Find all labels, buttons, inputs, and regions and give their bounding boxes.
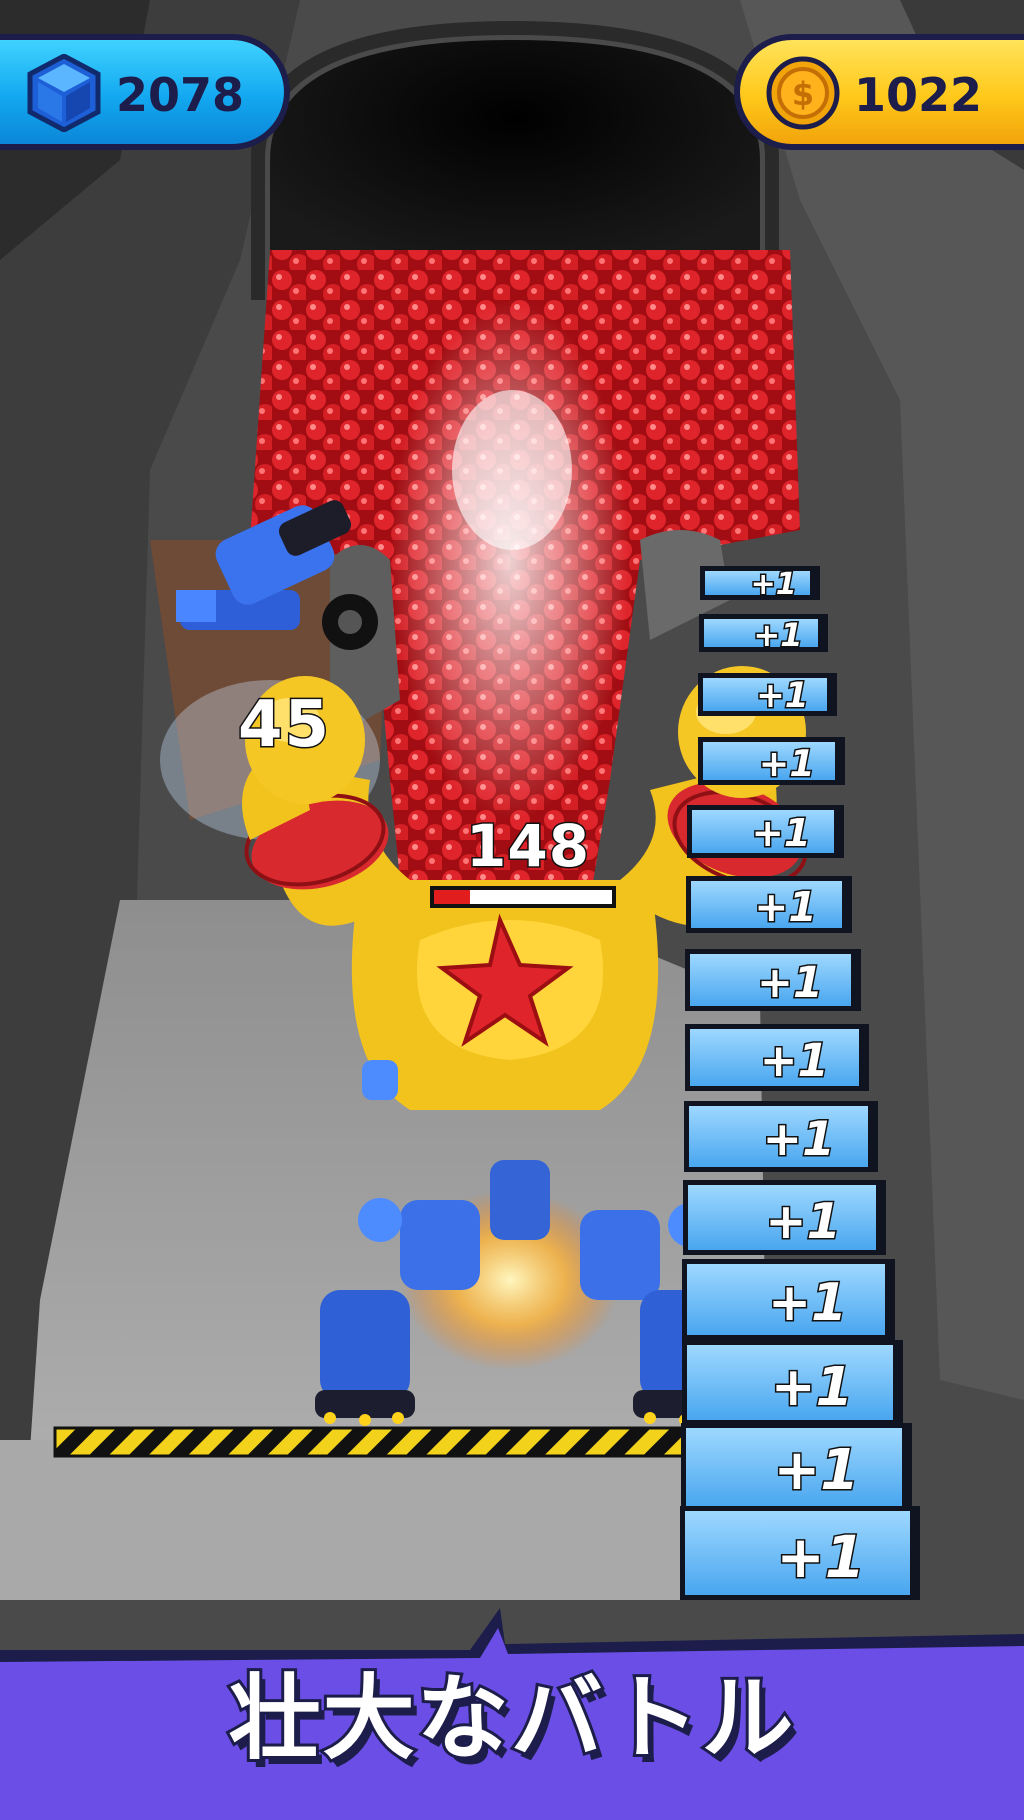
bonus-step: +1 — [698, 672, 837, 718]
bonus-step: +1 — [683, 1101, 878, 1173]
coin-icon: $ — [766, 56, 840, 130]
bonus-step-label: +1 — [752, 614, 804, 655]
bonus-step-label: +1 — [750, 810, 812, 858]
bonus-step-label: +1 — [764, 1190, 843, 1251]
gem-cube-icon — [27, 54, 101, 132]
bonus-step: +1 — [681, 1340, 904, 1426]
bonus-step: +1 — [684, 1024, 870, 1091]
bonus-step-label: +1 — [766, 1271, 848, 1334]
bonus-step-label: +1 — [757, 741, 816, 787]
coins-counter[interactable]: $ 1022 — [734, 34, 1024, 150]
bonus-step-label: +1 — [756, 956, 825, 1009]
boss-health-fill — [434, 890, 470, 904]
bonus-step-label: +1 — [761, 1111, 836, 1169]
banner-title: 壮大なバトル — [226, 1662, 797, 1775]
bonus-step: +1 — [697, 737, 846, 787]
damage-number: 45 — [236, 687, 332, 764]
bonus-step-label: +1 — [749, 566, 798, 604]
gems-counter[interactable]: 2078 — [0, 34, 290, 150]
bonus-step-label: +1 — [758, 1033, 830, 1089]
bonus-step-label: +1 — [769, 1353, 854, 1419]
bonus-step: +1 — [686, 876, 853, 934]
bonus-step-label: +1 — [755, 675, 811, 718]
bonus-step: +1 — [700, 566, 820, 604]
bonus-step: +1 — [699, 613, 829, 655]
bonus-step: +1 — [680, 1422, 912, 1513]
coins-value: 1022 — [854, 68, 983, 122]
bonus-step-label: +1 — [775, 1522, 867, 1593]
bonus-step-label: +1 — [753, 882, 818, 933]
bonus-step: +1 — [683, 1179, 887, 1256]
bonus-step: +1 — [682, 1259, 895, 1340]
gems-value: 2078 — [116, 68, 245, 122]
boss-hp-value: 148 — [464, 811, 591, 882]
bonus-step: +1 — [686, 805, 844, 858]
bonus-step: +1 — [685, 949, 861, 1011]
bonus-step: +1 — [680, 1506, 920, 1600]
boss-health-bar — [430, 886, 616, 908]
svg-text:$: $ — [792, 75, 814, 113]
bonus-step-label: +1 — [772, 1437, 861, 1505]
